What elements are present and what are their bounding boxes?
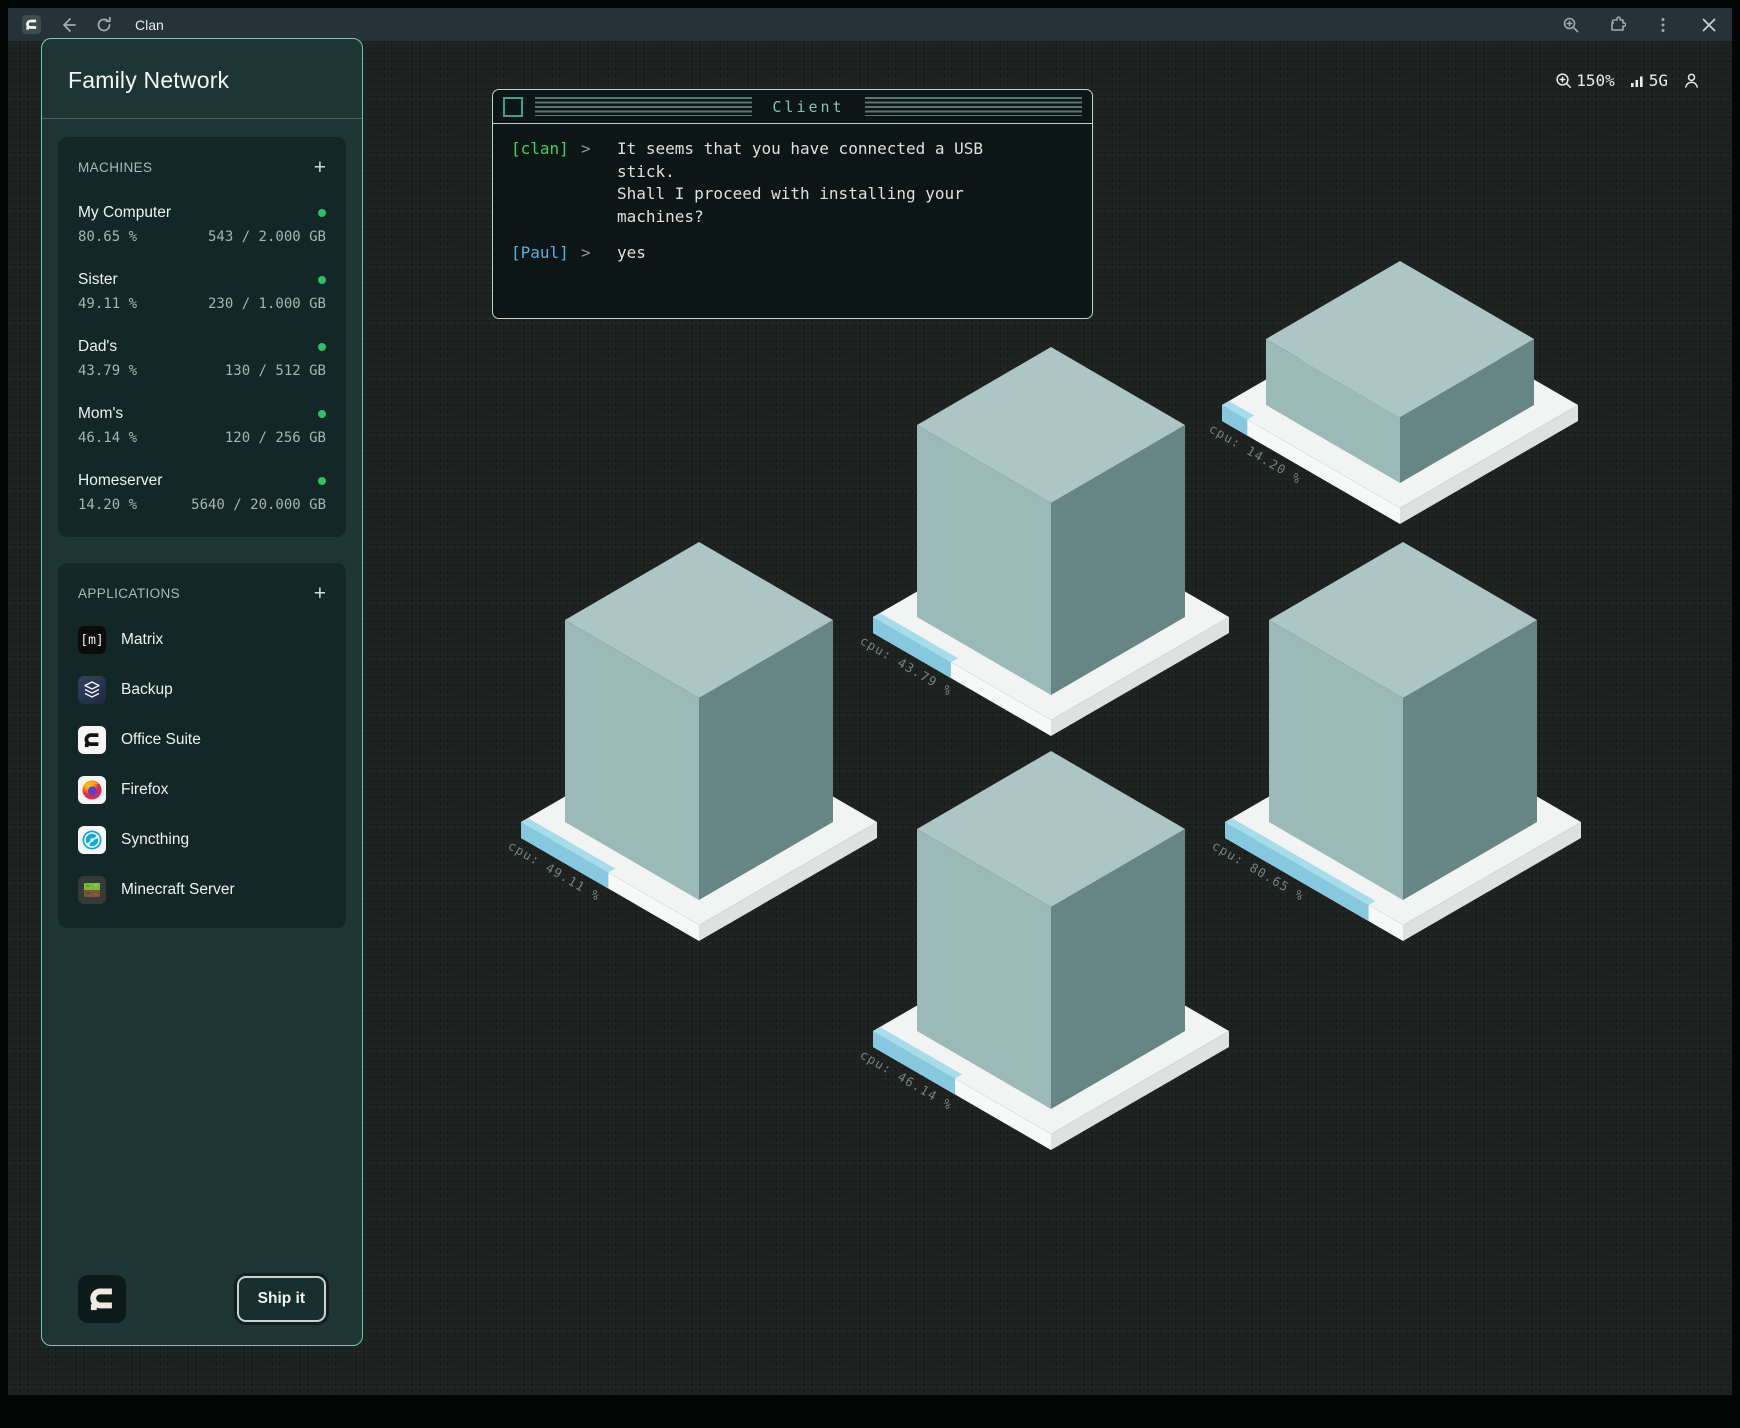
app-item-backup[interactable]: Backup: [78, 676, 326, 704]
syncthing-icon: [78, 826, 106, 854]
online-dot: [318, 343, 326, 351]
nick-paul: [Paul]: [511, 242, 581, 265]
applications-panel: APPLICATIONS + [m] Matrix Backup Office …: [58, 563, 346, 928]
machine-item-sister[interactable]: Sister 49.11 % 230 / 1.000 GB: [78, 271, 326, 312]
sidebar-title: Family Network: [42, 39, 362, 118]
machine-cpu: 46.14 %: [78, 430, 137, 446]
matrix-icon: [m]: [78, 626, 106, 654]
terminal-message: [clan] > It seems that you have connecte…: [511, 138, 1074, 229]
prompt-gt: >: [581, 242, 617, 265]
machine-storage: 5640 / 20.000 GB: [191, 497, 326, 513]
nick-clan: [clan]: [511, 138, 581, 229]
zoom-level: 150%: [1576, 71, 1615, 90]
message-text: It seems that you have connected a USB s…: [617, 138, 983, 229]
app-item-matrix[interactable]: [m] Matrix: [78, 626, 326, 654]
machine-name: Mom's: [78, 405, 123, 423]
backup-icon: [78, 676, 106, 704]
machines-panel: MACHINES + My Computer 80.65 % 543 / 2.00…: [58, 137, 346, 537]
signal-bars-icon: [1630, 74, 1645, 88]
machine-name: My Computer: [78, 204, 171, 222]
online-dot: [318, 410, 326, 418]
machine-cube-my-computer[interactable]: cpu: 80.65 %: [1209, 542, 1581, 941]
machine-item-my-computer[interactable]: My Computer 80.65 % 543 / 2.000 GB: [78, 204, 326, 245]
terminal-message: [Paul] > yes: [511, 242, 1074, 265]
machine-cube-homeserver[interactable]: cpu: 14.20 %: [1206, 261, 1578, 524]
page-title: Clan: [135, 17, 164, 33]
machine-name: Homeserver: [78, 472, 162, 490]
machine-cpu: 80.65 %: [78, 229, 137, 245]
online-dot: [318, 209, 326, 217]
app-item-office-suite[interactable]: Office Suite: [78, 726, 326, 754]
clan-logo-icon: [78, 1275, 126, 1323]
terminal-body: [clan] > It seems that you have connecte…: [493, 124, 1092, 292]
extensions-icon[interactable]: [1608, 16, 1626, 34]
add-machine-button[interactable]: +: [314, 157, 326, 178]
client-terminal-window: Client [clan] > It seems that you have c…: [492, 89, 1093, 319]
machine-cube-dads[interactable]: cpu: 43.79 %: [857, 347, 1229, 736]
titlebar-lines-right: [865, 97, 1082, 116]
machine-storage: 120 / 256 GB: [225, 430, 326, 446]
status-indicators: 150% 5G: [1555, 71, 1700, 90]
office-suite-icon: [78, 726, 106, 754]
add-application-button[interactable]: +: [314, 583, 326, 604]
back-icon[interactable]: [59, 16, 77, 34]
machine-name: Dad's: [78, 338, 117, 356]
clan-favicon-icon: [22, 15, 41, 34]
online-dot: [318, 477, 326, 485]
applications-header: APPLICATIONS: [78, 586, 180, 601]
network-indicator: 5G: [1630, 71, 1668, 90]
machine-cpu: 49.11 %: [78, 296, 137, 312]
terminal-close-box[interactable]: [503, 97, 523, 117]
minecraft-icon: [78, 876, 106, 904]
zoom-indicator[interactable]: 150%: [1555, 71, 1615, 90]
machine-cpu: 14.20 %: [78, 497, 137, 513]
machine-storage: 543 / 2.000 GB: [208, 229, 326, 245]
machine-cpu: 43.79 %: [78, 363, 137, 379]
reload-icon[interactable]: [95, 16, 113, 34]
terminal-titlebar[interactable]: Client: [493, 90, 1092, 124]
titlebar-lines-left: [535, 97, 752, 116]
prompt-gt: >: [581, 138, 617, 229]
sidebar: Family Network MACHINES + My Computer 80…: [41, 38, 363, 1346]
app-item-minecraft-server[interactable]: Minecraft Server: [78, 876, 326, 904]
terminal-title: Client: [764, 98, 852, 116]
message-text: yes: [617, 242, 646, 265]
machine-storage: 130 / 512 GB: [225, 363, 326, 379]
online-dot: [318, 276, 326, 284]
machine-cube-moms[interactable]: cpu: 46.14 %: [857, 751, 1229, 1150]
zoom-in-icon[interactable]: [1562, 16, 1580, 34]
firefox-icon: [78, 776, 106, 804]
close-icon[interactable]: [1700, 16, 1718, 34]
ship-it-button[interactable]: Ship it: [237, 1276, 326, 1322]
magnifier-plus-icon: [1555, 72, 1572, 89]
machine-item-moms[interactable]: Mom's 46.14 % 120 / 256 GB: [78, 405, 326, 446]
machine-item-homeserver[interactable]: Homeserver 14.20 % 5640 / 20.000 GB: [78, 472, 326, 513]
machines-header: MACHINES: [78, 160, 152, 175]
network-label: 5G: [1649, 71, 1668, 90]
machine-item-dads[interactable]: Dad's 43.79 % 130 / 512 GB: [78, 338, 326, 379]
machine-name: Sister: [78, 271, 118, 289]
browser-titlebar: Clan: [8, 8, 1732, 41]
profile-icon[interactable]: [1683, 72, 1700, 89]
app-item-syncthing[interactable]: Syncthing: [78, 826, 326, 854]
app-item-firefox[interactable]: Firefox: [78, 776, 326, 804]
machine-storage: 230 / 1.000 GB: [208, 296, 326, 312]
menu-kebab-icon[interactable]: [1654, 16, 1672, 34]
machine-cube-sister[interactable]: cpu: 49.11 %: [505, 542, 877, 941]
sidebar-footer: Ship it: [58, 1257, 346, 1345]
